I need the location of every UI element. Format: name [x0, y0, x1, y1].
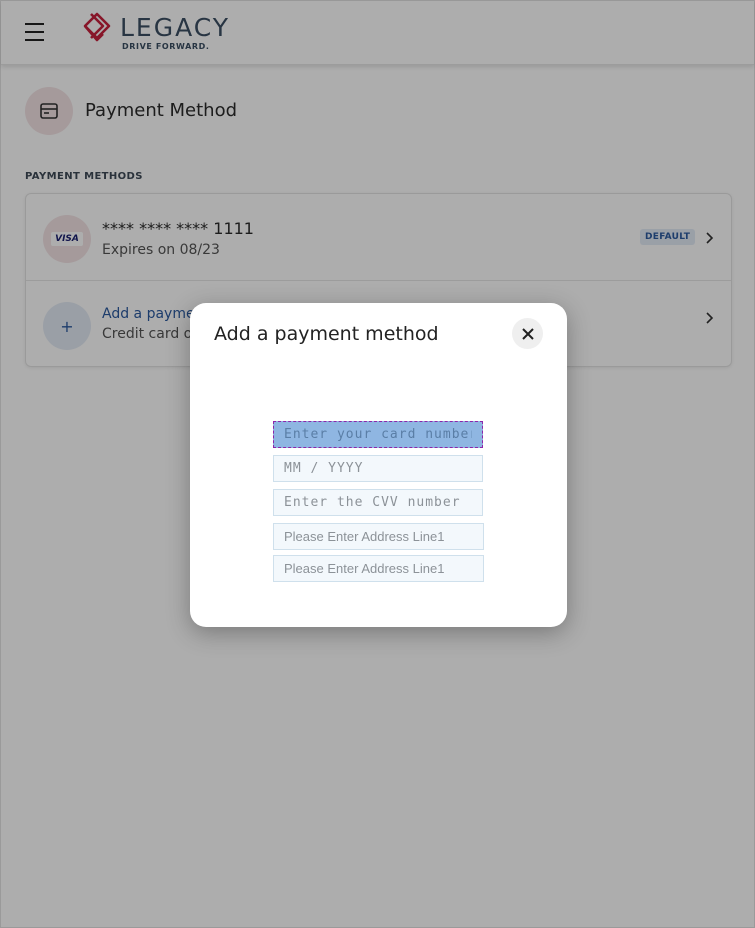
close-button[interactable] [512, 318, 543, 349]
modal-title: Add a payment method [214, 323, 439, 345]
add-payment-modal: Add a payment method [190, 303, 567, 627]
cvv-input[interactable] [273, 489, 483, 516]
address-line1-input[interactable] [273, 523, 484, 550]
expiry-input[interactable] [273, 455, 483, 482]
close-icon [521, 327, 534, 340]
card-number-input[interactable] [273, 421, 483, 448]
address-line2-input[interactable] [273, 555, 484, 582]
